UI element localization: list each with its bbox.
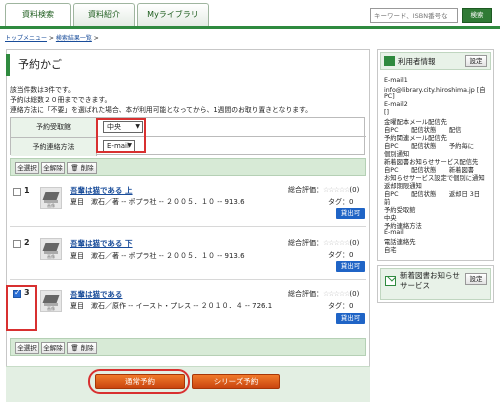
contact-method-label: 予約連絡方法 bbox=[11, 137, 97, 156]
item-tag-2: タグ：0 bbox=[328, 251, 354, 259]
tab-my-library[interactable]: Myライブラリ bbox=[137, 3, 209, 26]
status-badge: 貸出可 bbox=[336, 261, 365, 272]
mail-icon bbox=[385, 273, 396, 286]
limit-note: 予約は総数２０冊までできます。 bbox=[10, 96, 112, 104]
selection-toolbar-top: 全選択 全解除 🗑 削除 bbox=[10, 158, 366, 176]
status-badge: 貸出可 bbox=[336, 313, 365, 324]
selection-toolbar-bottom: 全選択 全解除 🗑 削除 bbox=[10, 338, 366, 356]
item-tag-3: タグ：0 bbox=[328, 302, 354, 310]
item-details-3: 夏目 漱石／原作 -- イースト・プレス -- ２０１０．４ -- 726.1 bbox=[70, 302, 273, 310]
select-all-button[interactable]: 全選択 bbox=[15, 342, 39, 354]
tab-search[interactable]: 資料検索 bbox=[5, 3, 71, 26]
rating-count: (0) bbox=[349, 239, 360, 247]
item-divider bbox=[10, 279, 366, 280]
rating-label: 総合評価： bbox=[288, 186, 323, 194]
item-rating-1: 総合評価：☆☆☆☆☆(0) bbox=[288, 185, 359, 195]
item-details-1: 夏目 漱石／著 -- ポプラ社 -- ２００５．１０ -- 913.6 bbox=[70, 198, 245, 206]
book-caption: 画像 bbox=[47, 254, 55, 259]
item-number-2: 2 bbox=[24, 238, 30, 247]
new-books-settings-button[interactable]: 設定 bbox=[465, 273, 487, 285]
item-highlight bbox=[6, 285, 37, 331]
reserve-highlight bbox=[88, 369, 190, 394]
item-details-2: 夏目 漱石／著 -- ポプラ社 -- ２００５．１０ -- 913.6 bbox=[70, 252, 245, 260]
breadcrumb-results[interactable]: 検索結果一覧 bbox=[56, 35, 92, 42]
series-reserve-button[interactable]: シリーズ予約 bbox=[192, 374, 280, 389]
pickup-label: 予約受取館 bbox=[11, 118, 97, 137]
item-title-1[interactable]: 吾輩は猫である 上 bbox=[70, 185, 133, 196]
star-rating-icon: ☆☆☆☆☆ bbox=[323, 186, 350, 194]
user-info-line: info@library.city.hiroshima.jp [自 bbox=[384, 87, 486, 94]
book-caption: 画像 bbox=[47, 203, 55, 208]
item-title-3[interactable]: 吾輩は猫である bbox=[70, 289, 122, 300]
star-rating-icon: ☆☆☆☆☆ bbox=[323, 290, 350, 298]
clear-all-button[interactable]: 全解除 bbox=[41, 342, 65, 354]
breadcrumb-tail: > bbox=[91, 35, 99, 42]
breadcrumb-home[interactable]: トップメニュー bbox=[5, 35, 47, 42]
form-highlight bbox=[96, 118, 146, 153]
user-info-line: E-mail bbox=[384, 229, 404, 236]
breadcrumb-separator: > bbox=[47, 35, 56, 42]
reservation-form: 予約受取館 予約連絡方法 中央 ▼ E-mail ▼ bbox=[10, 117, 366, 156]
rating-count: (0) bbox=[349, 186, 360, 194]
item-tag-1: タグ：0 bbox=[328, 198, 354, 206]
delete-button[interactable]: 🗑 削除 bbox=[67, 162, 97, 174]
clear-all-button[interactable]: 全解除 bbox=[41, 162, 65, 174]
user-info-title: 利用者情報 bbox=[398, 57, 436, 66]
user-info-line: PC] bbox=[384, 93, 395, 100]
select-all-button[interactable]: 全選択 bbox=[15, 162, 39, 174]
user-info-line: 自宅 bbox=[384, 247, 397, 254]
book-cover-icon: 画像 bbox=[40, 290, 62, 312]
item-title-2[interactable]: 吾輩は猫である 下 bbox=[70, 238, 133, 249]
item-number-1: 1 bbox=[24, 186, 30, 195]
user-info-line: 自PC 配信状態 返却日 3日 bbox=[384, 191, 481, 198]
item-rating-3: 総合評価：☆☆☆☆☆(0) bbox=[288, 289, 359, 299]
rating-label: 総合評価： bbox=[288, 290, 323, 298]
trash-icon: 🗑 bbox=[70, 344, 79, 352]
user-settings-button[interactable]: 設定 bbox=[465, 55, 487, 67]
user-info-line: E-mail2 bbox=[384, 101, 408, 108]
user-info-line: [] bbox=[384, 109, 389, 116]
book-caption: 画像 bbox=[47, 306, 55, 311]
user-info-line: E-mail1 bbox=[384, 77, 408, 84]
delete-button-label: 削除 bbox=[80, 344, 94, 352]
breadcrumb: トップメニュー > 検索結果一覧 > bbox=[5, 33, 99, 42]
book-cover-icon: 画像 bbox=[40, 238, 62, 260]
new-books-title: 新着図書お知らせサービス bbox=[400, 271, 460, 290]
star-rating-icon: ☆☆☆☆☆ bbox=[323, 239, 350, 247]
item-checkbox-2[interactable] bbox=[13, 240, 21, 248]
item-checkbox-1[interactable] bbox=[13, 188, 21, 196]
contact-note: 連絡方法に「不要」を選ばれた場合、本が利用可能となってから、1週間のお取り置きと… bbox=[10, 106, 312, 114]
item-divider bbox=[10, 226, 366, 227]
book-cover-icon: 画像 bbox=[40, 187, 62, 209]
user-icon bbox=[384, 56, 395, 66]
delete-button[interactable]: 🗑 削除 bbox=[67, 342, 97, 354]
delete-button-label: 削除 bbox=[80, 164, 94, 172]
search-input[interactable] bbox=[370, 8, 458, 23]
header-divider bbox=[0, 26, 500, 29]
status-badge: 貸出可 bbox=[336, 208, 365, 219]
search-button[interactable]: 検索 bbox=[462, 8, 492, 23]
tab-introduction[interactable]: 資料紹介 bbox=[73, 3, 135, 26]
page-title: 予約かご bbox=[6, 54, 370, 76]
item-rating-2: 総合評価：☆☆☆☆☆(0) bbox=[288, 238, 359, 248]
rating-label: 総合評価： bbox=[288, 239, 323, 247]
trash-icon: 🗑 bbox=[70, 164, 79, 172]
result-count-note: 該当件数は3件です。 bbox=[10, 86, 75, 94]
rating-count: (0) bbox=[349, 290, 360, 298]
